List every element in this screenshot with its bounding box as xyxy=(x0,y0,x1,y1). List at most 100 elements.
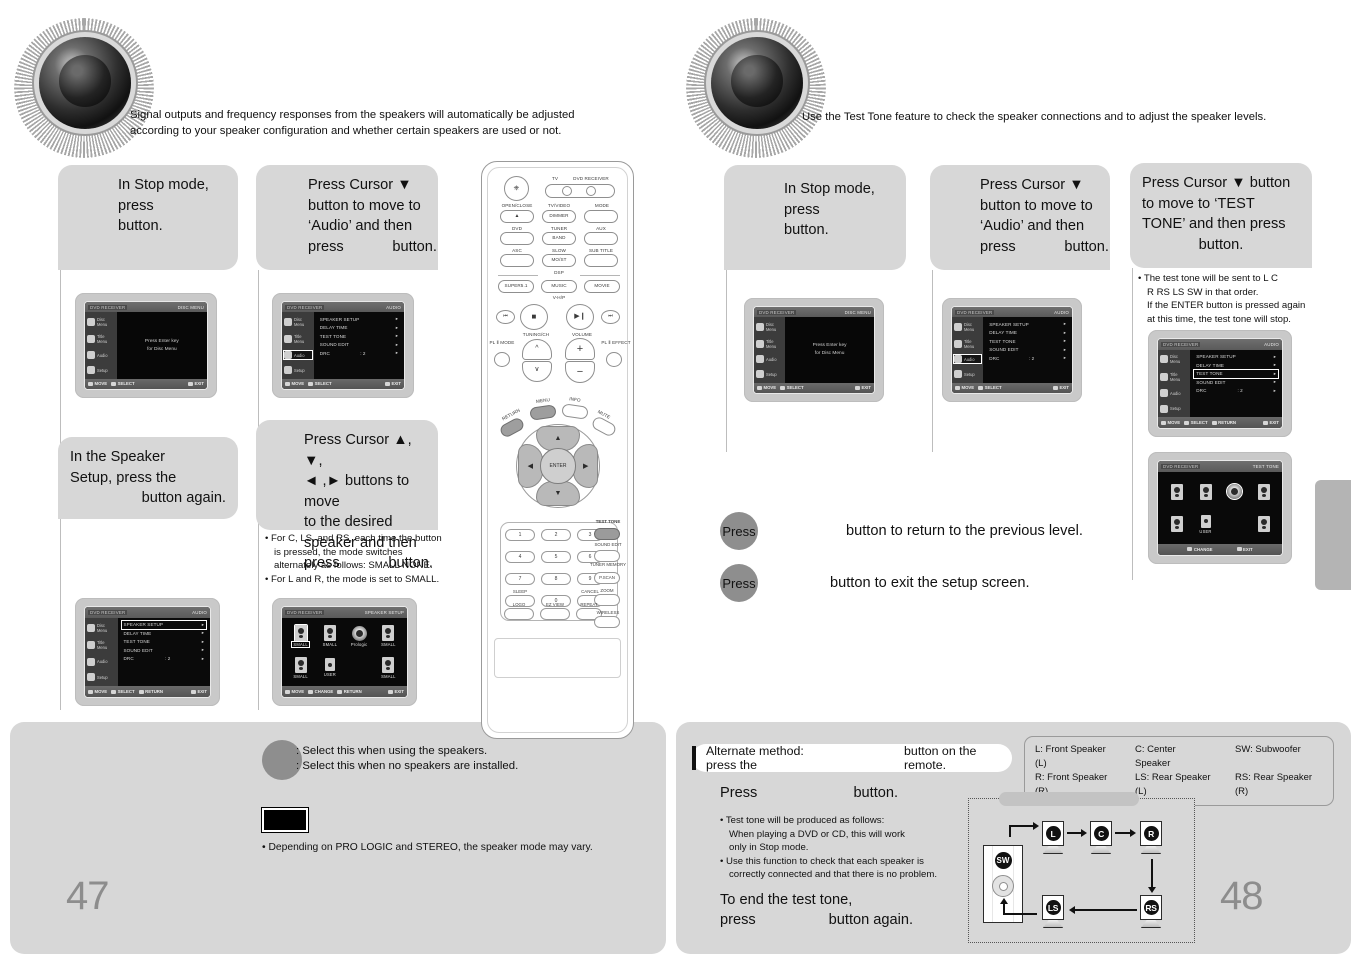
right-step-2-callout: Press Cursor ▼ button to move to ‘Audio’… xyxy=(930,165,1110,270)
osd-body-line-1: Press Enter key xyxy=(144,338,179,344)
number-7-button[interactable]: 7 xyxy=(505,573,535,585)
osd-row-label-4: DRC xyxy=(989,355,1000,361)
movie-label: MOVIE xyxy=(594,283,610,288)
cursor-right-button[interactable]: ▶ xyxy=(573,444,599,488)
alternate-method-pill: Alternate method: press the button on th… xyxy=(692,744,1012,772)
osd-header-left: DVD RECEIVER xyxy=(1161,464,1201,470)
dimmer-label: DIMMER xyxy=(549,213,569,218)
note-line-4: correctly connected and that there is no… xyxy=(729,869,937,881)
left-page: Signal outputs and frequency responses f… xyxy=(0,0,676,954)
osd-side-item-3: Setup xyxy=(1170,406,1181,412)
osd-row-label-3: SOUND EDIT xyxy=(123,647,153,653)
speaker-cell-C xyxy=(1199,483,1212,500)
sound-edit-label: SOUND EDIT xyxy=(594,542,622,547)
logo-button[interactable] xyxy=(504,608,534,620)
speaker-cell-L: SMALL xyxy=(291,624,310,649)
osd-side-item-1: Title Menu xyxy=(97,640,108,651)
dvd-button[interactable] xyxy=(500,232,534,245)
osd-row-value-4: : 2 xyxy=(1029,355,1035,361)
osd-footer-0: MOVE xyxy=(291,381,305,387)
asc-button[interactable] xyxy=(500,254,534,267)
osd-footer-2: RETURN xyxy=(343,689,362,695)
osd-footer-1: SELECT xyxy=(117,689,135,695)
diagram-node-LS: LS xyxy=(1041,895,1065,931)
right-step-2-line-2: button to move to xyxy=(980,197,1093,214)
speaker-caption-prologic: Prologic xyxy=(350,641,368,647)
sub-title-button[interactable] xyxy=(584,254,618,267)
left-tv-speaker-setup: DVD RECEIVER SPEAKER SETUP SMALL SMALL P… xyxy=(272,598,417,706)
tv-mode-led xyxy=(562,186,572,196)
osd-footer-0: MOVE xyxy=(94,381,108,387)
legend-RS: RS: Rear Speaker (R) xyxy=(1235,772,1313,797)
legend-C: C: Center Speaker xyxy=(1135,744,1176,769)
subwoofer-icon xyxy=(1200,514,1211,528)
osd-side-item-0: Disc Menu xyxy=(766,321,777,332)
right-footer-press-line: Press button. xyxy=(720,785,898,801)
sleep-label: SLEEP xyxy=(512,589,528,594)
osd-side-item-0: Disc Menu xyxy=(97,622,108,633)
cursor-up-button[interactable]: ▲ xyxy=(536,425,580,451)
audio-icon xyxy=(756,355,764,364)
number-8-button[interactable]: 8 xyxy=(541,573,571,585)
left-step-3-line-2: Setup, press the xyxy=(70,469,177,486)
osd-body-list: SPEAKER SETUP ▸ DELAY TIME ▸ TEST TONE ▸ SO… xyxy=(117,617,210,687)
osd-footer: MOVE SELECT EXIT xyxy=(952,382,1072,393)
lens-core-icon xyxy=(711,37,803,129)
wireless-button[interactable] xyxy=(594,616,620,628)
speaker-cell-L xyxy=(1170,483,1183,500)
speaker-caption-LS: SMALL xyxy=(293,673,308,679)
test-tone-button[interactable] xyxy=(594,528,620,540)
dsp-rule-left xyxy=(498,275,538,276)
left-step-2-callout: Press Cursor ▼ button to move to ‘Audio’… xyxy=(256,165,438,270)
diagram-node-L: L xyxy=(1041,821,1065,857)
pl2-effect-label: PL Ⅱ EFFECT xyxy=(601,340,631,345)
osd-footer-0: MOVE xyxy=(291,689,305,695)
mode-selector-track[interactable] xyxy=(545,184,615,198)
pl2-effect-button[interactable] xyxy=(606,352,622,367)
osd-footer: MOVE SELECT RETURN EXIT xyxy=(85,686,210,697)
speaker-cell-RS: SMALL xyxy=(381,656,395,679)
right-intro-line-1: Use the Test Tone feature to check the s… xyxy=(802,111,1267,123)
osd-header-left: DVD RECEIVER xyxy=(88,609,128,615)
pl2-mode-button[interactable] xyxy=(494,352,510,367)
right-page-number: 48 xyxy=(1220,874,1263,918)
left-intro-line-1: Signal outputs and frequency responses f… xyxy=(130,109,575,121)
enter-button[interactable]: ENTER xyxy=(540,448,576,484)
number-2-button[interactable]: 2 xyxy=(541,529,571,541)
cursor-down-button[interactable]: ▼ xyxy=(536,481,580,507)
speaker-icon xyxy=(1170,483,1183,500)
osd-side-item-3: Setup xyxy=(294,367,305,373)
cursor-left-button[interactable]: ◀ xyxy=(517,444,543,488)
arrowhead-to-rs xyxy=(1148,887,1156,893)
osd-row-label-4: DRC xyxy=(319,350,330,356)
sound-edit-button[interactable] xyxy=(594,550,620,562)
right-step-2-connector xyxy=(932,270,934,452)
speaker-cell-prologic: Prologic xyxy=(350,625,368,647)
dvd-label: DVD xyxy=(512,226,522,231)
diagram-badge-RS: RS xyxy=(1143,900,1159,915)
left-intro-text: Signal outputs and frequency responses f… xyxy=(130,108,610,139)
osd-sidebar: Disc Menu Title Menu Audio Setup xyxy=(1158,349,1191,418)
aux-button[interactable] xyxy=(584,232,618,245)
setup-gear-icon xyxy=(87,673,95,682)
number-1-button[interactable]: 1 xyxy=(505,529,535,541)
osd-footer-1: SELECT xyxy=(1190,420,1208,426)
ezview-button[interactable] xyxy=(540,608,570,620)
osd-footer-1: EXIT xyxy=(1243,546,1253,552)
speaker-flow-diagram: L C R RS LS SW xyxy=(968,792,1195,943)
osd-body-list: SPEAKER SETUP ▸ DELAY TIME ▸ TEST TONE ▸ SO… xyxy=(983,317,1072,383)
setup-gear-icon xyxy=(954,370,962,379)
osd-row-value-4: : 2 xyxy=(1237,388,1243,394)
left-step-2-line-1: Press Cursor ▼ xyxy=(308,177,412,193)
osd-side-item-3: Setup xyxy=(97,367,108,373)
open-close-label: OPEN/CLOSE xyxy=(501,203,533,208)
speaker-cell-SW: USER xyxy=(1199,514,1211,534)
number-5-button[interactable]: 5 xyxy=(541,551,571,563)
osd-footer-0: MOVE xyxy=(961,385,975,391)
title-menu-icon xyxy=(87,334,95,343)
mode-button[interactable] xyxy=(584,210,618,223)
osd-body-list: SPEAKER SETUP ▸ DELAY TIME ▸ TEST TONE ▸ SO… xyxy=(313,312,404,379)
number-4-button[interactable]: 4 xyxy=(505,551,535,563)
right-step-3-notes: • The test tone will be sent to L C R RS… xyxy=(1138,273,1328,326)
title-menu-icon xyxy=(284,334,292,343)
